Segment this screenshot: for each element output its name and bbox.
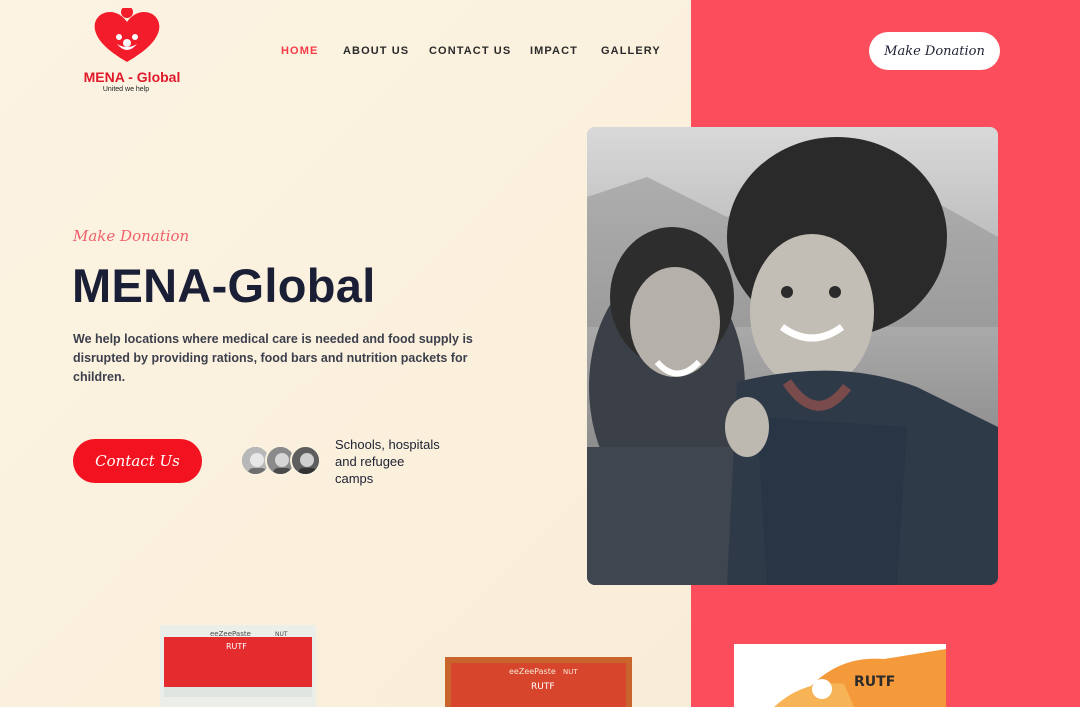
nav-about-us[interactable]: ABOUT US: [343, 45, 409, 57]
product-name: RUTF: [531, 682, 555, 692]
avatar-group: [240, 445, 324, 477]
brand-logo[interactable]: MENA - Global United we help: [80, 8, 184, 96]
hero-description: We help locations where medical care is …: [73, 332, 473, 384]
hero-eyebrow: Make Donation: [73, 227, 190, 245]
product-name: RUTF: [226, 642, 247, 651]
product-package[interactable]: RUTF: [734, 644, 946, 707]
hero-title: MENA-Global: [72, 259, 376, 312]
nav-gallery[interactable]: GALLERY: [601, 45, 661, 57]
contact-us-button[interactable]: Contact Us: [73, 439, 202, 483]
product-package[interactable]: eeZeePaste NUT RUTF: [160, 625, 316, 707]
make-donation-button[interactable]: Make Donation: [869, 32, 1000, 70]
product-brand: eeZeePaste: [509, 667, 556, 676]
product-variant: NUT: [563, 668, 578, 676]
children-photo: [587, 127, 998, 585]
brand-tagline: United we help: [102, 86, 150, 93]
product-name: RUTF: [854, 674, 895, 690]
product-brand: eeZeePaste: [210, 630, 251, 638]
brand-name: MENA - Global: [83, 69, 181, 85]
product-package[interactable]: eeZeePaste NUT RUTF: [445, 657, 632, 707]
nav-contact-us[interactable]: CONTACT US: [429, 45, 511, 57]
audience-text: Schools, hospitals and refugee camps: [335, 437, 440, 486]
nav-impact[interactable]: IMPACT: [530, 45, 578, 57]
nav-home[interactable]: HOME: [281, 45, 318, 57]
heart-face-icon: [94, 8, 160, 62]
avatar: [290, 445, 321, 476]
product-variant: NUT: [275, 631, 288, 638]
